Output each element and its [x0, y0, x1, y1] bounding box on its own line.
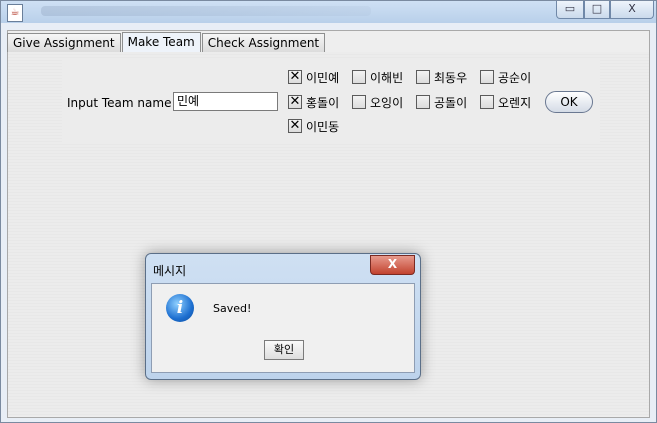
close-button[interactable]: X: [610, 1, 654, 19]
checkbox-icon[interactable]: ✕: [288, 70, 302, 84]
tab-check-assignment[interactable]: Check Assignment: [201, 33, 326, 52]
member-checkbox-2[interactable]: 이해빈: [352, 68, 403, 86]
member-checkbox-1[interactable]: ✕ 이민예: [288, 68, 339, 86]
window-title: [41, 6, 371, 16]
dialog-body: i Saved! 확인: [151, 283, 415, 373]
team-name-label: Input Team name :: [67, 96, 180, 110]
java-icon[interactable]: ☕: [7, 4, 23, 22]
team-name-input[interactable]: 민예: [173, 92, 278, 111]
member-checkbox-3[interactable]: 최동우: [416, 68, 467, 86]
checkbox-icon[interactable]: [480, 70, 494, 84]
tab-make-team[interactable]: Make Team: [121, 32, 201, 52]
checkbox-icon[interactable]: [416, 95, 430, 109]
checkbox-icon[interactable]: [480, 95, 494, 109]
title-bar[interactable]: ☕ ▭ □ X: [1, 1, 656, 23]
member-checkbox-6[interactable]: 오잉이: [352, 93, 403, 111]
dialog-message: Saved!: [213, 302, 252, 315]
confirm-button[interactable]: 확인: [264, 340, 304, 360]
member-checkbox-5[interactable]: ✕ 홍돌이: [288, 93, 339, 111]
info-icon: i: [166, 294, 194, 322]
checkbox-icon[interactable]: [352, 95, 366, 109]
checkbox-icon[interactable]: ✕: [288, 119, 302, 133]
dialog-close-button[interactable]: X: [370, 255, 415, 275]
checkbox-icon[interactable]: [416, 70, 430, 84]
message-dialog: 메시지 X i Saved! 확인: [145, 253, 421, 380]
tab-bar: Give Assignment Make Team Check Assignme…: [7, 32, 326, 53]
member-checkbox-7[interactable]: 공돌이: [416, 93, 467, 111]
member-checkbox-9[interactable]: ✕ 이민동: [288, 117, 339, 135]
tab-give-assignment[interactable]: Give Assignment: [7, 33, 121, 52]
checkbox-icon[interactable]: ✕: [288, 95, 302, 109]
minimize-button[interactable]: ▭: [556, 1, 584, 19]
ok-button[interactable]: OK: [545, 91, 593, 113]
checkbox-icon[interactable]: [352, 70, 366, 84]
maximize-button[interactable]: □: [584, 1, 610, 19]
member-checkbox-8[interactable]: 오렌지: [480, 93, 531, 111]
member-checkbox-4[interactable]: 공순이: [480, 68, 531, 86]
dialog-title: 메시지: [153, 264, 187, 278]
